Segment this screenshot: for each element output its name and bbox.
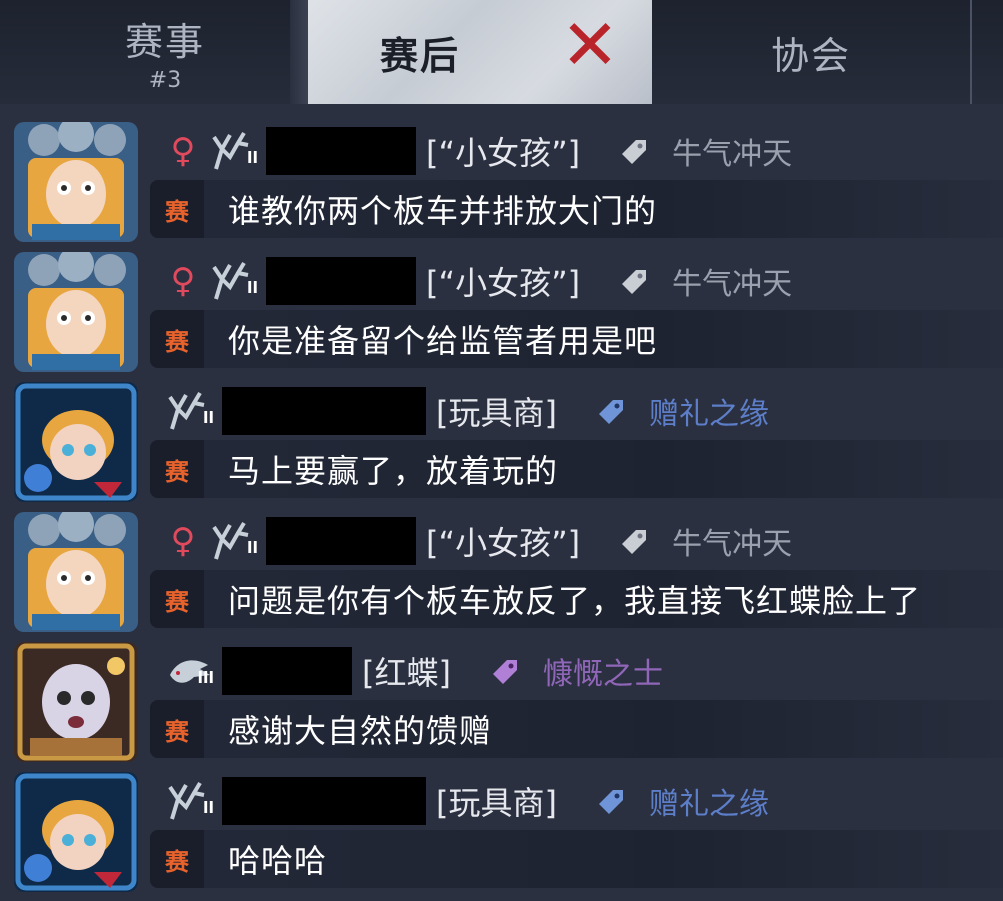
character-role: [“小女孩”] xyxy=(426,134,581,172)
tab-association-label: 协会 xyxy=(770,33,851,78)
antlers-rank-icon: ll xyxy=(164,779,216,823)
match-badge: 赛 xyxy=(150,830,204,888)
chat-message: ♀ ll [“小女孩”] 牛气冲天 赛 谁教你两个板车并排放大门的 xyxy=(0,118,1003,248)
gray-tag-icon xyxy=(616,134,650,168)
match-badge: 赛 xyxy=(150,180,204,238)
player-title: 牛气冲天 xyxy=(672,137,793,172)
message-text: 你是准备留个给监管者用是吧 xyxy=(228,322,658,360)
gray-tag-icon xyxy=(616,264,650,298)
message-text: 感谢大自然的馈赠 xyxy=(228,712,493,750)
message-row: 赛 哈哈哈 xyxy=(150,830,1003,888)
redacted-player-name xyxy=(222,777,426,825)
female-gender-icon: ♀ xyxy=(170,131,196,171)
player-info-row: ll [玩具商] 赠礼之缘 xyxy=(150,382,1003,440)
player-title: 牛气冲天 xyxy=(672,527,793,562)
close-icon[interactable]: ✕ xyxy=(560,10,620,80)
chat-list[interactable]: ♀ ll [“小女孩”] 牛气冲天 赛 谁教你两个板车并排放大门的 ♀ ll [… xyxy=(0,118,1003,901)
match-badge: 赛 xyxy=(150,570,204,628)
blue-tag-icon xyxy=(593,394,627,428)
dragon-rank-icon: lll xyxy=(164,649,216,693)
character-role: [“小女孩”] xyxy=(426,524,581,562)
player-title: 慷慨之士 xyxy=(542,657,663,692)
player-title: 牛气冲天 xyxy=(672,267,793,302)
tab-match[interactable]: 赛事 #3 xyxy=(60,0,270,104)
character-role: [“小女孩”] xyxy=(426,264,581,302)
redacted-player-name xyxy=(266,127,416,175)
match-badge: 赛 xyxy=(150,440,204,498)
chat-message: ♀ ll [“小女孩”] 牛气冲天 赛 问题是你有个板车放反了，我直接飞红蝶脸上… xyxy=(0,508,1003,638)
message-row: 赛 你是准备留个给监管者用是吧 xyxy=(150,310,1003,368)
chat-message: ll [玩具商] 赠礼之缘 赛 马上要赢了，放着玩的 xyxy=(0,378,1003,508)
player-info-row: ll [玩具商] 赠礼之缘 xyxy=(150,772,1003,830)
toy-merchant-avatar[interactable] xyxy=(14,772,138,892)
antlers-rank-icon: ll xyxy=(208,129,260,173)
female-gender-icon: ♀ xyxy=(170,521,196,561)
message-text: 马上要赢了，放着玩的 xyxy=(228,452,559,490)
gray-tag-icon xyxy=(616,524,650,558)
match-badge: 赛 xyxy=(150,310,204,368)
player-info-row: ♀ ll [“小女孩”] 牛气冲天 xyxy=(150,122,1003,180)
tab-match-sub: #3 xyxy=(148,68,182,93)
player-info-row: ♀ ll [“小女孩”] 牛气冲天 xyxy=(150,512,1003,570)
character-role: [玩具商] xyxy=(436,394,557,432)
match-badge: 赛 xyxy=(150,700,204,758)
message-row: 赛 问题是你有个板车放反了，我直接飞红蝶脸上了 xyxy=(150,570,1003,628)
player-title: 赠礼之缘 xyxy=(648,787,769,822)
redacted-player-name xyxy=(266,517,416,565)
little-girl-avatar[interactable] xyxy=(14,122,138,242)
redacted-player-name xyxy=(266,257,416,305)
tab-association[interactable]: 协会 xyxy=(652,0,972,104)
tab-divider xyxy=(290,0,308,104)
antlers-rank-icon: ll xyxy=(164,389,216,433)
little-girl-avatar[interactable] xyxy=(14,512,138,632)
player-info-row: lll [红蝶] 慷慨之士 xyxy=(150,642,1003,700)
toy-merchant-avatar[interactable] xyxy=(14,382,138,502)
message-text: 谁教你两个板车并排放大门的 xyxy=(228,192,658,230)
chat-message: ll [玩具商] 赠礼之缘 赛 哈哈哈 xyxy=(0,768,1003,898)
message-text: 哈哈哈 xyxy=(228,842,328,880)
antlers-rank-icon: ll xyxy=(208,259,260,303)
player-title: 赠礼之缘 xyxy=(648,397,769,432)
antlers-rank-icon: ll xyxy=(208,519,260,563)
character-role: [红蝶] xyxy=(362,654,451,692)
female-gender-icon: ♀ xyxy=(170,261,196,301)
redacted-player-name xyxy=(222,387,426,435)
message-row: 赛 谁教你两个板车并排放大门的 xyxy=(150,180,1003,238)
tab-after-match-label: 赛后 xyxy=(379,33,460,78)
character-role: [玩具商] xyxy=(436,784,557,822)
purple-tag-icon xyxy=(487,654,521,688)
blue-tag-icon xyxy=(593,784,627,818)
message-row: 赛 感谢大自然的馈赠 xyxy=(150,700,1003,758)
red-butterfly-avatar[interactable] xyxy=(14,642,138,762)
chat-message: lll [红蝶] 慷慨之士 赛 感谢大自然的馈赠 xyxy=(0,638,1003,768)
message-text: 问题是你有个板车放反了，我直接飞红蝶脸上了 xyxy=(228,582,922,620)
message-row: 赛 马上要赢了，放着玩的 xyxy=(150,440,1003,498)
player-info-row: ♀ ll [“小女孩”] 牛气冲天 xyxy=(150,252,1003,310)
tab-match-label: 赛事 xyxy=(124,20,205,64)
chat-message: ♀ ll [“小女孩”] 牛气冲天 赛 你是准备留个给监管者用是吧 xyxy=(0,248,1003,378)
little-girl-avatar[interactable] xyxy=(14,252,138,372)
redacted-player-name xyxy=(222,647,352,695)
tab-bar: 赛事 #3 赛后 ✕ 协会 xyxy=(0,0,1003,104)
